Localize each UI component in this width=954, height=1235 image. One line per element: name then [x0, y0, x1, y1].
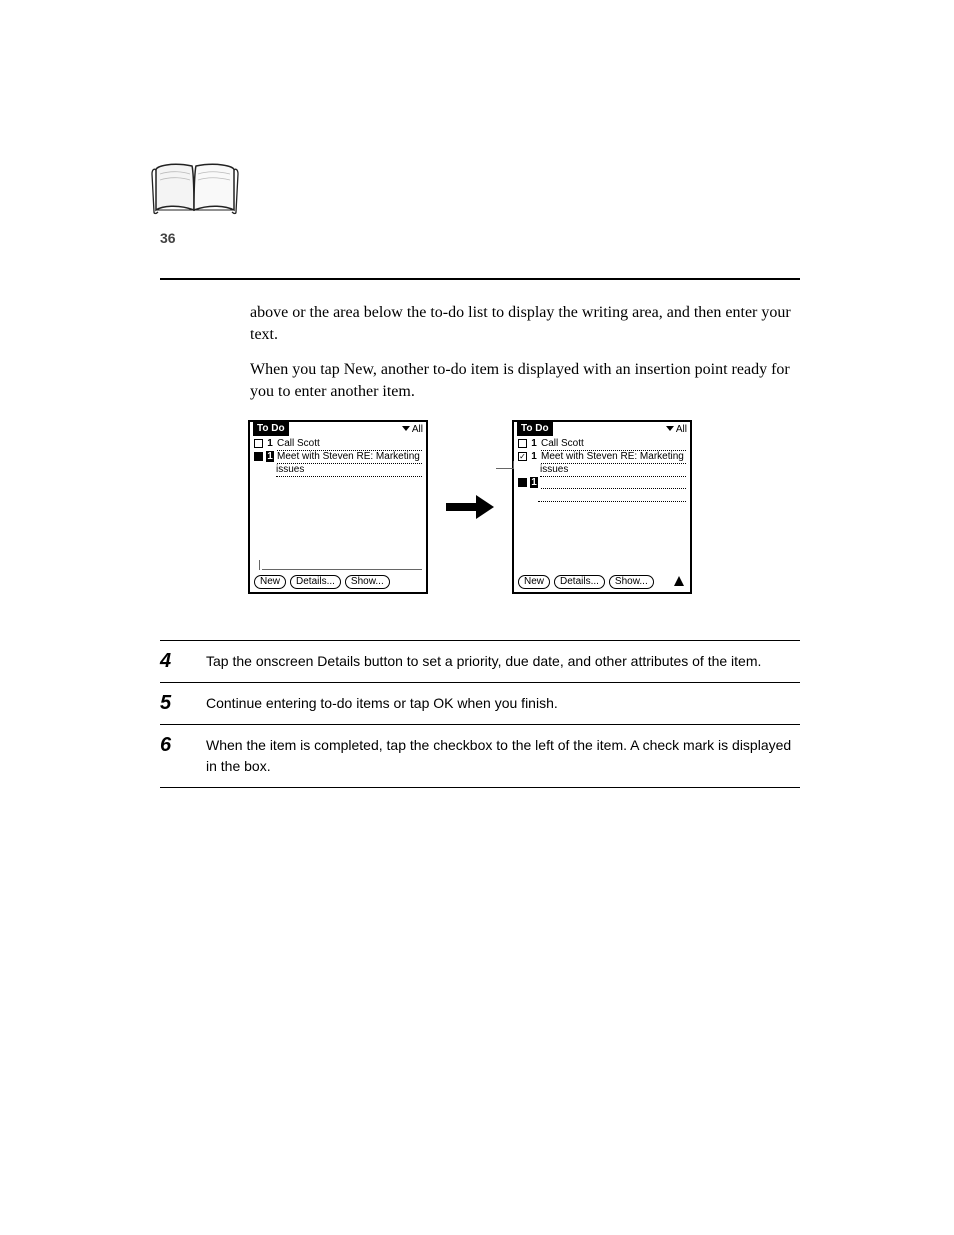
app-title: To Do: [253, 422, 289, 436]
details-button[interactable]: Details...: [290, 575, 341, 589]
screenshot-pair: To Do All 1 Call Scott: [248, 420, 708, 594]
step-number: 6: [160, 735, 186, 777]
category-label: All: [676, 424, 687, 435]
item-text[interactable]: Call Scott: [277, 438, 422, 451]
list-item-continuation: issues: [540, 464, 686, 477]
callout-leader-line: [496, 468, 514, 469]
intro-text: above or the area below the to-do list t…: [250, 302, 810, 416]
priority-label[interactable]: 1: [530, 477, 538, 488]
open-book-icon: [150, 160, 240, 223]
step-row: 4 Tap the onscreen Details button to set…: [160, 640, 800, 682]
details-button[interactable]: Details...: [554, 575, 605, 589]
list-item[interactable]: 1 Call Scott: [518, 438, 686, 451]
button-row: New Details... Show...: [518, 575, 654, 589]
palm-screen-before: To Do All 1 Call Scott: [248, 420, 428, 594]
list-item-new[interactable]: 1: [518, 477, 686, 489]
chevron-down-icon: [666, 426, 674, 432]
list-item[interactable]: 1 Meet with Steven RE: Marketing: [254, 451, 422, 464]
checkbox-icon[interactable]: [518, 452, 527, 461]
titlebar: To Do All: [514, 422, 690, 436]
list-item-continuation: issues: [276, 464, 422, 477]
checkbox-icon[interactable]: [254, 439, 263, 448]
priority-label[interactable]: 1: [266, 451, 274, 462]
step-text: Tap the onscreen Details button to set a…: [206, 651, 800, 672]
priority-label[interactable]: 1: [266, 438, 274, 449]
steps-table: 4 Tap the onscreen Details button to set…: [160, 640, 800, 788]
palm-screen-after: To Do All 1 Call Scott: [512, 420, 692, 594]
list-item[interactable]: 1 Meet with Steven RE: Marketing: [518, 451, 686, 464]
step-number: 5: [160, 693, 186, 714]
item-text[interactable]: Call Scott: [541, 438, 686, 451]
new-button[interactable]: New: [254, 575, 286, 589]
show-button[interactable]: Show...: [609, 575, 654, 589]
item-text[interactable]: Meet with Steven RE: Marketing: [277, 451, 422, 464]
button-row: New Details... Show...: [254, 575, 390, 589]
category-dropdown[interactable]: All: [402, 424, 423, 435]
step-number: 4: [160, 651, 186, 672]
intro-paragraph-1: above or the area below the to-do list t…: [250, 302, 810, 345]
checkbox-icon[interactable]: [254, 452, 263, 461]
checkbox-icon[interactable]: [518, 478, 527, 487]
list-item[interactable]: 1 Call Scott: [254, 438, 422, 451]
scroll-up-icon[interactable]: [674, 576, 684, 589]
category-dropdown[interactable]: All: [666, 424, 687, 435]
document-page: 36 above or the area below the to-do lis…: [0, 0, 954, 1235]
step-text: Continue entering to-do items or tap OK …: [206, 693, 800, 714]
blank-input-line[interactable]: [538, 491, 686, 502]
item-text-continuation[interactable]: issues: [276, 464, 422, 477]
checkbox-icon[interactable]: [518, 439, 527, 448]
callout-leader-line: [262, 569, 422, 570]
list-area: 1 Call Scott 1 Meet with Steven RE: Mark…: [514, 436, 690, 502]
new-button[interactable]: New: [518, 575, 550, 589]
app-title: To Do: [517, 422, 553, 436]
step-row: 6 When the item is completed, tap the ch…: [160, 724, 800, 788]
show-button[interactable]: Show...: [345, 575, 390, 589]
item-text[interactable]: Meet with Steven RE: Marketing: [541, 451, 686, 464]
priority-label[interactable]: 1: [530, 451, 538, 462]
intro-paragraph-2: When you tap New, another to-do item is …: [250, 359, 810, 402]
chevron-down-icon: [402, 426, 410, 432]
priority-label[interactable]: 1: [530, 438, 538, 449]
item-text-continuation[interactable]: issues: [540, 464, 686, 477]
titlebar: To Do All: [250, 422, 426, 436]
step-row: 5 Continue entering to-do items or tap O…: [160, 682, 800, 724]
list-area: 1 Call Scott 1 Meet with Steven RE: Mark…: [250, 436, 426, 477]
right-arrow-icon: [446, 495, 494, 519]
step-text: When the item is completed, tap the chec…: [206, 735, 800, 777]
category-label: All: [412, 424, 423, 435]
page-number: 36: [160, 230, 176, 246]
item-text[interactable]: [541, 477, 686, 489]
top-divider: [160, 278, 800, 280]
